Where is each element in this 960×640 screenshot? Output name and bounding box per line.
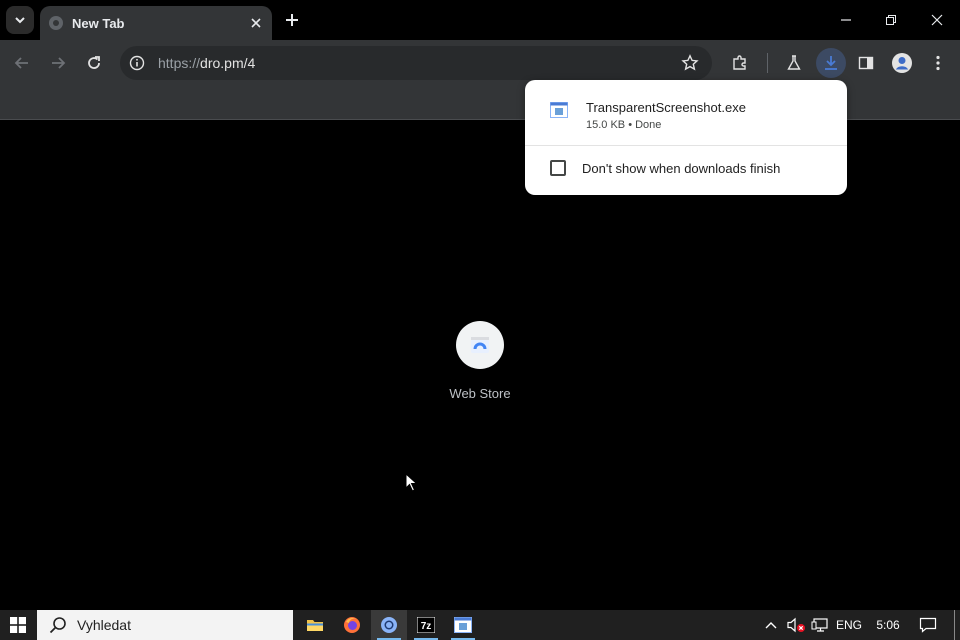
mouse-cursor-icon [405,473,418,492]
download-bubble: TransparentScreenshot.exe 15.0 KB • Done… [525,80,847,195]
speaker-muted-icon [787,617,805,633]
start-button[interactable] [0,610,36,640]
notification-icon [919,617,937,633]
address-bar[interactable]: https://dro.pm/4 [120,46,712,80]
chrome-icon [381,617,397,633]
download-icon [825,56,837,70]
screen: New Tab https://dro.pm/4 Web Store Trans… [0,0,960,640]
url-text: https://dro.pm/4 [158,55,676,71]
exe-file-icon [550,102,568,118]
extensions-button[interactable] [726,49,754,77]
forward-button[interactable] [44,49,72,77]
svg-text:7z: 7z [421,621,432,632]
close-window-button[interactable] [914,0,960,40]
tab-search-button[interactable] [6,6,34,34]
taskbar-firefox[interactable] [334,610,370,640]
taskbar-7zip[interactable]: 7z [408,610,444,640]
profile-button[interactable] [888,49,916,77]
taskbar-chrome[interactable] [371,610,407,640]
tray-overflow-button[interactable] [760,610,782,640]
minimize-button[interactable] [823,0,869,40]
url-host: dro.pm/4 [200,55,256,71]
folder-icon [307,620,323,631]
flask-icon [787,55,801,70]
language-indicator[interactable]: ENG [833,610,865,640]
network-button[interactable] [809,610,831,640]
avatar-icon [892,53,912,73]
chevron-up-icon [765,622,777,629]
download-status: 15.0 KB • Done [586,119,662,131]
shortcut-web-store[interactable]: Web Store [440,321,520,401]
chevron-down-icon [15,17,25,24]
reload-button[interactable] [80,49,108,77]
site-info-icon[interactable] [126,52,148,74]
app-window-icon [454,617,472,633]
windows-taskbar: Vyhledat 7z ENG 5:06 [0,610,960,640]
dont-show-checkbox[interactable] [550,160,566,176]
reload-icon [88,56,100,69]
firefox-icon [344,617,360,633]
side-panel-button[interactable] [852,49,880,77]
bubble-divider [525,145,847,146]
back-button[interactable] [8,49,36,77]
network-icon [811,618,828,632]
toolbar-divider [767,53,768,73]
restore-button[interactable] [868,0,914,40]
tab-new-tab[interactable]: New Tab [40,6,272,40]
tab-title: New Tab [72,15,125,31]
download-item[interactable]: TransparentScreenshot.exe 15.0 KB • Done [525,80,847,145]
bookmark-star-icon[interactable] [676,49,704,77]
search-placeholder: Vyhledat [77,617,131,633]
show-desktop-button[interactable] [954,610,960,640]
volume-button[interactable] [784,610,808,640]
seven-zip-icon: 7z [417,617,435,633]
taskbar-transparent-screenshot[interactable] [445,610,481,640]
menu-button[interactable] [924,49,952,77]
labs-button[interactable] [780,49,808,77]
close-tab-icon[interactable] [246,13,266,33]
minimize-icon [841,19,851,21]
taskbar-file-explorer[interactable] [297,610,333,640]
arrow-right-icon [52,57,66,69]
windows-logo-icon [10,617,26,633]
new-tab-button[interactable] [280,8,304,32]
restore-icon [886,15,896,25]
plus-icon [286,14,298,26]
shortcut-label: Web Store [449,386,511,401]
web-store-icon [456,321,504,369]
arrow-left-icon [14,57,28,69]
side-panel-icon [858,56,874,70]
dont-show-checkbox-label[interactable]: Don't show when downloads finish [582,161,780,176]
search-icon [49,617,66,634]
kebab-menu-icon [936,55,940,71]
downloads-button[interactable] [816,48,846,78]
close-icon [931,14,943,26]
globe-icon [48,15,64,31]
download-filename: TransparentScreenshot.exe [586,100,746,115]
notifications-button[interactable] [912,610,944,640]
tab-strip: New Tab [0,0,960,40]
url-scheme: https:// [158,55,201,71]
clock[interactable]: 5:06 [872,610,904,640]
puzzle-icon [733,55,746,70]
taskbar-search-box[interactable]: Vyhledat [37,610,293,640]
